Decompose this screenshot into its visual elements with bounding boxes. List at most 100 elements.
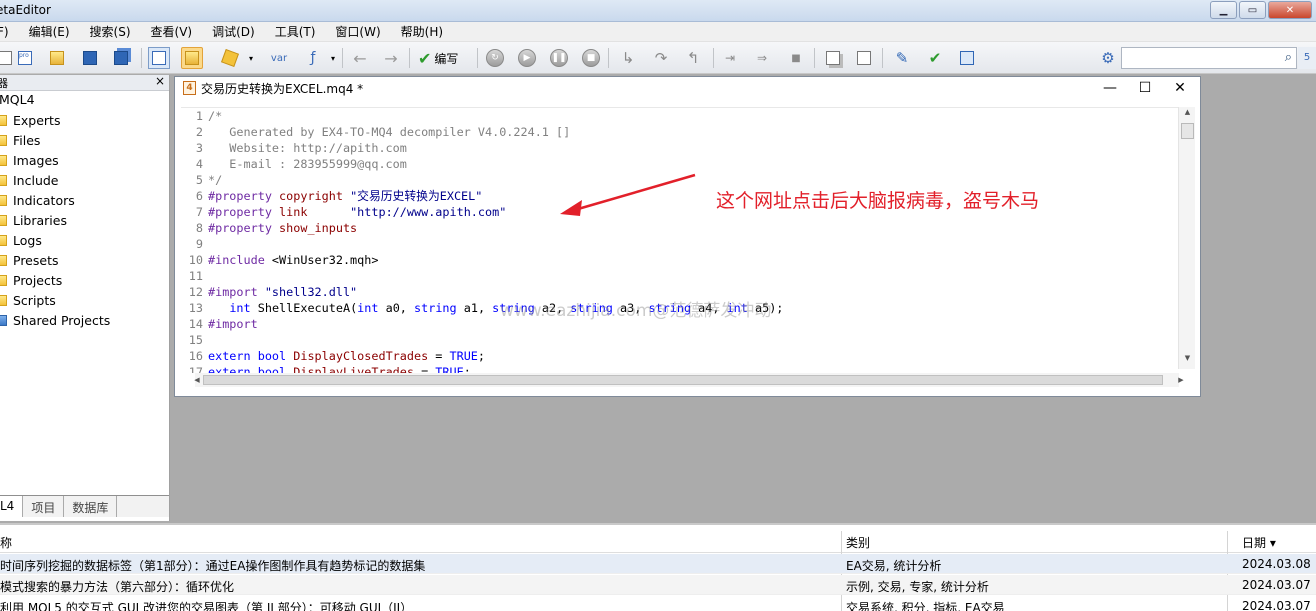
forward-arrow-icon[interactable]: → [380,47,402,69]
preview-icon[interactable] [853,47,875,69]
debug-start-history-icon[interactable]: ↻ [484,47,506,69]
code-line[interactable]: 1 /* [181,108,222,124]
insert-function-icon[interactable]: ƒ [302,47,324,69]
debug-start-icon[interactable]: ▶ [516,47,538,69]
code-line[interactable]: 3 Website: http://apith.com [181,140,407,156]
toolbox-toggle-icon[interactable] [181,47,203,69]
tree-item-images[interactable]: Images [0,150,59,170]
code-line[interactable]: 11 [181,268,208,284]
close-icon[interactable]: × [155,74,165,88]
tree-item-projects[interactable]: Projects [0,270,62,290]
tree-item-indicators[interactable]: Indicators [0,190,75,210]
menu-window[interactable]: 窗口(W) [325,23,390,40]
community-icon[interactable]: 5 [1298,47,1316,69]
menu-debug[interactable]: 调试(D) [202,23,265,40]
restore-button[interactable]: ▭ [1239,1,1266,19]
search-icon[interactable]: ⌕ [1285,50,1292,65]
copy-icon[interactable] [822,47,844,69]
menu-view[interactable]: 查看(V) [141,23,203,40]
code-line[interactable]: 15 [181,332,208,348]
code-line[interactable]: 14 #import [181,316,258,332]
open-folder-icon[interactable] [46,47,68,69]
terminal-icon[interactable] [956,47,978,69]
code-line[interactable]: 9 [181,236,208,252]
menu-search[interactable]: 搜索(S) [80,23,141,40]
code-line[interactable]: 6 #property copyright "交易历史转换为EXCEL" [181,188,482,204]
step-into-icon[interactable]: ↳ [617,47,639,69]
code-line[interactable]: 16 extern bool DisplayClosedTrades = TRUE… [181,348,485,364]
editor-close-button[interactable]: ✕ [1165,79,1195,97]
code-editor[interactable]: 1/* 2 Generated by EX4-TO-MQ4 decompiler … [181,107,1185,373]
market-icon[interactable]: ✎ [891,47,913,69]
menu-tools[interactable]: 工具(T) [265,23,326,40]
insert-variable-icon[interactable]: var [268,47,290,69]
code-line[interactable]: 12 #import "shell32.dll" [181,284,357,300]
tree-root-mql4[interactable]: MQL4 [0,92,35,107]
navigator-toggle-icon[interactable] [148,47,170,69]
settings-gear-icon[interactable]: ⚙ [1097,47,1119,69]
article-row[interactable]: 利用 MQL5 的交互式 GUI 改进您的交易图表（第 II 部分）：可移动 G… [0,596,1316,611]
code-line[interactable]: 10 #include <WinUser32.mqh> [181,252,379,268]
compile-button[interactable]: ✔ 编写 [418,47,458,69]
debug-stop-icon[interactable]: ■ [580,47,602,69]
editor-maximize-button[interactable]: ☐ [1130,79,1160,97]
signals-icon[interactable]: ✔ [924,47,946,69]
back-arrow-icon[interactable]: ← [349,47,371,69]
tab-database[interactable]: 数据库 [64,496,118,517]
debug-pause-icon[interactable]: ❚❚ [548,47,570,69]
run-to-icon[interactable]: ⇥ [719,47,741,69]
tree-item-files[interactable]: Files [0,130,40,150]
tree-item-shared-projects[interactable]: Shared Projects [0,310,110,330]
styler-icon[interactable] [219,47,241,69]
horizontal-scrollbar[interactable]: ◀ ▶ [194,373,1184,387]
folder-icon [0,234,7,246]
article-row[interactable]: 时间序列挖掘的数据标签（第1部分）：通过EA操作图制作具有趋势标记的数据集 EA… [0,554,1316,574]
tree-item-logs[interactable]: Logs [0,230,42,250]
minimize-button[interactable]: ▁ [1210,1,1237,19]
article-row[interactable]: 模式搜索的暴力方法（第六部分）：循环优化 示例, 交易, 专家, 统计分析 20… [0,575,1316,595]
tab-project[interactable]: 项目 [23,496,65,517]
menu-edit[interactable]: 编辑(E) [19,23,80,40]
step-over-icon[interactable]: ↷ [650,47,672,69]
toolbar-separator [409,48,410,68]
scroll-left-icon[interactable]: ◀ [191,373,203,387]
code-line[interactable]: 17 extern bool DisplayLiveTrades = TRUE; [181,364,471,373]
navigator-panel: 器 × MQL4 Experts Files Images Include In… [0,74,170,521]
scroll-thumb[interactable] [1181,123,1194,139]
code-line[interactable]: 5 */ [181,172,222,188]
line-number: 6 [195,189,203,203]
chevron-down-icon[interactable]: ▾ [322,47,344,69]
scroll-up-icon[interactable]: ▲ [1179,108,1196,122]
continue-icon[interactable]: ⇒ [751,47,773,69]
scroll-right-icon[interactable]: ▶ [1175,373,1187,387]
editor-minimize-button[interactable]: — [1095,79,1125,97]
tree-item-presets[interactable]: Presets [0,250,59,270]
chevron-down-icon[interactable]: ▾ [240,47,262,69]
article-category: 交易系统, 积分, 指标, EA交易 [846,601,1005,611]
close-button[interactable]: ✕ [1268,1,1312,19]
menu-help[interactable]: 帮助(H) [391,23,453,40]
code-line[interactable]: 7 #property link "http://www.apith.com" [181,204,506,220]
vertical-scrollbar[interactable]: ▲ ▼ [1178,107,1195,369]
tab-mql4[interactable]: L4 [0,496,24,517]
breakpoint-icon[interactable]: ■ [785,47,807,69]
tree-item-include[interactable]: Include [0,170,59,190]
col-name[interactable]: 称 [0,534,12,551]
save-all-icon[interactable] [110,47,132,69]
article-title: 利用 MQL5 的交互式 GUI 改进您的交易图表（第 II 部分）：可移动 G… [0,601,413,611]
save-icon[interactable] [79,47,101,69]
tree-item-experts[interactable]: Experts [0,110,60,130]
new-project-icon[interactable]: pro [14,47,36,69]
code-line[interactable]: 8 #property show_inputs [181,220,357,236]
code-line[interactable]: 4 E-mail : 283955999@qq.com [181,156,407,172]
step-out-icon[interactable]: ↰ [682,47,704,69]
tree-item-scripts[interactable]: Scripts [0,290,56,310]
col-date[interactable]: 日期 ▾ [1242,534,1276,551]
tree-item-libraries[interactable]: Libraries [0,210,67,230]
search-input[interactable]: ⌕ [1121,47,1297,69]
scroll-thumb[interactable] [203,375,1163,385]
code-line[interactable]: 2 Generated by EX4-TO-MQ4 decompiler V4.… [181,124,570,140]
scroll-down-icon[interactable]: ▼ [1179,354,1196,368]
col-category[interactable]: 类别 [846,534,870,551]
menu-file[interactable]: F) [0,25,19,39]
